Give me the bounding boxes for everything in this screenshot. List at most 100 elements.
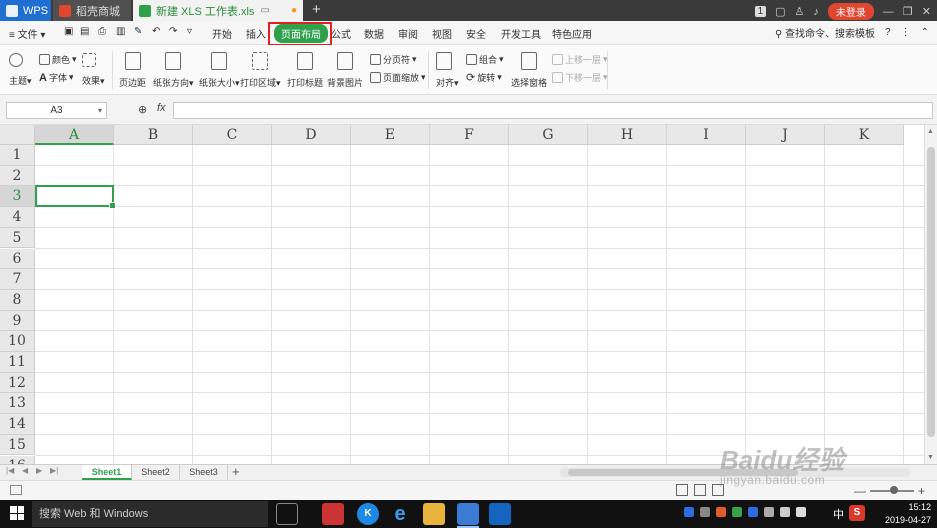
tab-formulas[interactable]: 公式 [331,26,351,41]
column-header-b[interactable]: B [114,125,193,145]
column-header-d[interactable]: D [272,125,351,145]
page-layout-view-icon[interactable] [694,484,706,496]
margins-button[interactable]: 页边距 [119,52,146,89]
network-icon[interactable] [764,507,774,517]
zoom-in-button[interactable]: + [918,484,925,498]
align-button[interactable]: 对齐▾ [436,52,459,89]
column-header-e[interactable]: E [351,125,430,145]
row-header-1[interactable]: 1 [0,145,35,166]
sheet-tab-sheet3[interactable]: Sheet3 [180,465,228,480]
vertical-scroll-thumb[interactable] [927,147,935,437]
restore-icon[interactable]: ❐ [903,5,913,18]
effects-button[interactable]: 效果▾ [82,53,105,87]
row-header-14[interactable]: 14 [0,414,35,435]
row-header-2[interactable]: 2 [0,165,35,187]
menu-file[interactable]: ≡ 文件 ▾ [9,26,45,41]
macro-record-icon[interactable] [10,485,22,495]
print-icon[interactable]: ⎙ [98,26,106,37]
row-header-11[interactable]: 11 [0,352,35,373]
row-header-16[interactable]: 16 [0,455,35,464]
column-header-c[interactable]: C [193,125,272,145]
column-header-i[interactable]: I [667,125,746,145]
login-button[interactable]: 未登录 [827,3,874,20]
last-sheet-icon[interactable]: ▶| [50,466,58,475]
scroll-up-icon[interactable]: ▲ [927,128,934,135]
wps-tray-icon[interactable]: S [849,505,865,521]
format-painter-icon[interactable]: ✎ [134,26,142,37]
ime-indicator[interactable]: 中 [833,506,844,522]
row-header-15[interactable]: 15 [0,434,35,456]
notification-badge[interactable]: 1 [754,6,767,17]
open-icon[interactable]: ▤ [80,26,89,37]
vertical-scrollbar[interactable]: ▲ ▼ [924,125,937,464]
tab-review[interactable]: 审阅 [398,26,418,41]
collapse-ribbon-icon[interactable]: ⌃ [921,27,929,38]
row-header-3[interactable]: 3 [0,186,35,208]
start-button[interactable] [10,506,24,520]
theme-button[interactable]: 主题▾ [9,53,32,87]
fonts-button[interactable]: A 字体 ▾ [39,71,74,84]
row-header-6[interactable]: 6 [0,248,35,270]
first-sheet-icon[interactable]: |◀ [6,466,14,475]
redo-icon[interactable]: ↷ [169,26,177,37]
page-break-view-icon[interactable] [712,484,724,496]
save-icon[interactable]: ▣ [64,26,73,37]
row-header-8[interactable]: 8 [0,289,35,311]
formula-input[interactable] [173,102,933,119]
folder-icon[interactable]: ▢ [775,5,785,18]
help-button[interactable]: ? [885,27,891,38]
tray-app-icon[interactable] [732,507,742,517]
volume-icon[interactable] [780,507,790,517]
tray-app-icon[interactable] [700,507,710,517]
select-all-corner[interactable] [0,125,35,145]
selection-pane-button[interactable]: 选择窗格 [511,52,547,89]
more-options-icon[interactable]: ⋮ [901,27,911,38]
preview-icon[interactable]: ▥ [116,26,125,37]
print-area-button[interactable]: 打印区域▾ [240,52,281,89]
tab-document[interactable]: 新建 XLS 工作表.xls ▭ ● [133,0,303,21]
zoom-out-button[interactable]: — [854,484,866,498]
app-mask-icon[interactable] [322,503,344,525]
add-sheet-button[interactable]: + [232,464,240,479]
minimize-icon[interactable]: — [883,6,894,18]
row-header-7[interactable]: 7 [0,269,35,290]
undo-icon[interactable]: ↶ [152,26,160,37]
taskbar-app-icon[interactable] [489,503,511,525]
customize-icon[interactable]: ▿ [187,26,192,37]
orientation-button[interactable]: 纸张方向▾ [153,52,194,89]
normal-view-icon[interactable] [676,484,688,496]
active-cell[interactable] [35,185,116,209]
row-header-9[interactable]: 9 [0,310,35,332]
edge-browser-icon[interactable]: e [389,503,411,525]
sheet-tab-sheet2[interactable]: Sheet2 [132,465,180,480]
column-header-a[interactable]: A [35,125,114,145]
bell-icon[interactable]: ♪ [813,6,819,18]
horizontal-scroll-thumb[interactable] [568,469,798,476]
print-titles-button[interactable]: 打印标题 [287,52,323,89]
bring-forward-button[interactable]: 上移一层 ▾ [552,53,608,66]
tab-special-apps[interactable]: 特色应用 [552,26,592,41]
column-header-j[interactable]: J [746,125,825,145]
command-search[interactable]: ⚲ 查找命令、搜索模板 [775,25,875,40]
row-header-4[interactable]: 4 [0,207,35,228]
tab-page-layout[interactable]: 页面布局 [274,24,328,43]
row-header-12[interactable]: 12 [0,372,35,394]
column-header-h[interactable]: H [588,125,667,145]
colors-button[interactable]: 颜色 ▾ [39,53,77,66]
notification-icon[interactable] [796,507,806,517]
file-explorer-icon[interactable] [423,503,445,525]
column-header-f[interactable]: F [430,125,509,145]
taskbar-search-box[interactable]: 搜索 Web 和 Windows [32,501,268,527]
taskbar-clock[interactable]: 15:12 2019-04-27 [885,501,931,527]
tray-app-icon[interactable] [748,507,758,517]
page-break-button[interactable]: 分页符 ▾ [370,53,417,66]
tab-wps[interactable]: WPS [0,0,51,21]
tab-data[interactable]: 数据 [364,26,384,41]
zoom-slider[interactable] [869,486,914,494]
zoom-search-icon[interactable]: ⊕ [138,103,147,116]
column-header-k[interactable]: K [825,125,904,145]
spreadsheet-grid[interactable]: ABCDEFGHIJK12345678910111213141516 [0,125,924,464]
sheet-tab-sheet1[interactable]: Sheet1 [82,465,132,480]
tray-app-icon[interactable] [684,507,694,517]
tab-developer[interactable]: 开发工具 [501,26,541,41]
